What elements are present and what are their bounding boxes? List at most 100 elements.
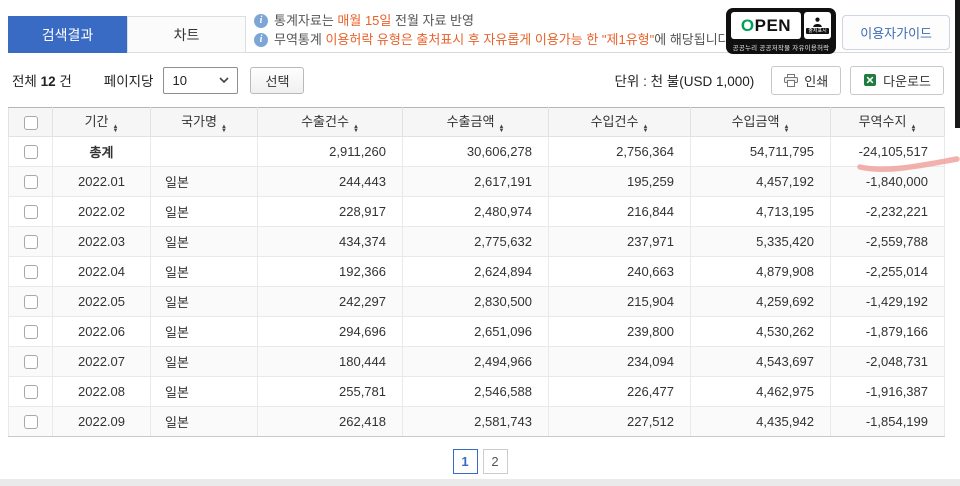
pagination: 1 2 (0, 449, 960, 474)
user-guide-button[interactable]: 이용자가이드 (842, 15, 950, 50)
tab-chart[interactable]: 차트 (127, 16, 246, 53)
import-count-cell: 216,844 (548, 196, 691, 227)
column-header-period[interactable]: 기간 ▲ ▼ (52, 107, 151, 137)
select-button[interactable]: 선택 (250, 66, 305, 94)
column-header-export-count[interactable]: 수출건수 ▲ ▼ (257, 107, 403, 137)
country-cell: 일본 (150, 226, 258, 257)
trade-balance-cell: -2,048,731 (830, 346, 945, 377)
screen-edge-strip (955, 0, 960, 128)
info-icon: i (254, 32, 268, 47)
trade-balance-cell: -1,879,166 (830, 316, 945, 347)
row-checkbox[interactable] (23, 175, 38, 190)
trade-statistics-page: 검색결과 차트 i 통계자료는 매월 15일 전월 자료 반영 i 무역통계 이… (0, 0, 960, 486)
download-button[interactable]: 다운로드 (850, 65, 944, 95)
select-all-checkbox[interactable] (23, 115, 38, 130)
row-checkbox[interactable] (23, 415, 38, 430)
export-count-cell: 434,374 (257, 226, 403, 257)
table-row: 2022.09 일본 262,418 2,581,743 227,512 4,435,94… (8, 406, 945, 437)
country-cell: 일본 (150, 376, 258, 407)
import-amount-cell: 4,530,262 (690, 316, 831, 347)
import-count-cell: 226,477 (548, 376, 691, 407)
country-cell: 일본 (150, 346, 258, 377)
row-checkbox[interactable] (23, 355, 38, 370)
tab-search-results[interactable]: 검색결과 (8, 16, 127, 53)
toolbar: 전체 12 건 페이지당 10 선택 단위 : 천 불(USD 1,000) 인… (0, 53, 960, 107)
attribution-badge: 출처표시 (804, 12, 831, 39)
import-count-cell: 240,663 (548, 256, 691, 287)
sort-icon[interactable]: ▲ ▼ (498, 124, 504, 134)
page-button-2[interactable]: 2 (482, 449, 508, 474)
row-checkbox-cell (8, 256, 53, 287)
trade-balance-cell: -1,916,387 (830, 376, 945, 407)
export-amount-cell: 2,581,743 (402, 406, 549, 437)
table-row: 2022.01 일본 244,443 2,617,191 195,259 4,457,19… (8, 166, 945, 197)
period-cell: 2022.09 (52, 406, 151, 437)
trade-balance-cell: -2,232,221 (830, 196, 945, 227)
select-all-cell (8, 107, 53, 137)
row-checkbox-cell (8, 346, 53, 377)
page-button-1[interactable]: 1 (452, 449, 478, 474)
country-cell: 일본 (150, 256, 258, 287)
trade-balance-cell: -1,854,199 (830, 406, 945, 437)
import-amount-cell: 4,462,975 (690, 376, 831, 407)
topbar: 검색결과 차트 i 통계자료는 매월 15일 전월 자료 반영 i 무역통계 이… (8, 0, 952, 54)
per-page-value: 10 (172, 72, 187, 88)
export-amount-cell: 2,494,966 (402, 346, 549, 377)
sort-icon[interactable]: ▲ ▼ (221, 124, 227, 134)
trade-balance-cell: -1,429,192 (830, 286, 945, 317)
import-count-cell: 239,800 (548, 316, 691, 347)
sort-icon[interactable]: ▲ ▼ (910, 124, 916, 134)
open-logo-text: O PEN (731, 12, 801, 39)
row-checkbox[interactable] (23, 325, 38, 340)
column-header-country[interactable]: 국가명 ▲ ▼ (150, 107, 258, 137)
per-page-select[interactable]: 10 (163, 66, 239, 94)
notice-text: 무역통계 이용허락 유형은 출처표시 후 자유롭게 이용가능 한 "제1유형"에… (274, 32, 734, 47)
table-row: 2022.04 일본 192,366 2,624,894 240,663 4,879,90… (8, 256, 945, 287)
column-header-import-count[interactable]: 수입건수 ▲ ▼ (548, 107, 691, 137)
print-button[interactable]: 인쇄 (771, 65, 842, 95)
table-row: 2022.02 일본 228,917 2,480,974 216,844 4,713,19… (8, 196, 945, 227)
table-header-row: 기간 ▲ ▼ 국가명 ▲ ▼ 수출건수 ▲ ▼ 수출금액 ▲ ▼ 수입건수 ▲ ▼ 수입금액 ▲ ▼ 무… (8, 107, 945, 137)
period-cell: 2022.06 (52, 316, 151, 347)
import-count-cell: 234,094 (548, 346, 691, 377)
row-checkbox[interactable] (23, 265, 38, 280)
export-count-cell: 244,443 (257, 166, 403, 197)
info-icon: i (254, 13, 268, 28)
sort-icon[interactable]: ▲ ▼ (353, 124, 359, 134)
period-cell: 총계 (52, 136, 151, 167)
total-count-label: 전체 12 건 (12, 74, 72, 89)
person-icon (813, 17, 822, 27)
period-cell: 2022.07 (52, 346, 151, 377)
import-count-cell: 195,259 (548, 166, 691, 197)
country-cell: 일본 (150, 286, 258, 317)
table-row: 총계 2,911,260 30,606,278 2,756,364 54,711,795… (8, 136, 945, 167)
period-cell: 2022.01 (52, 166, 151, 197)
tab-strip: 검색결과 차트 (8, 16, 246, 53)
export-amount-cell: 2,624,894 (402, 256, 549, 287)
sort-icon[interactable]: ▲ ▼ (112, 124, 118, 134)
row-checkbox[interactable] (23, 385, 38, 400)
column-header-export-amount[interactable]: 수출금액 ▲ ▼ (402, 107, 549, 137)
sort-icon[interactable]: ▲ ▼ (642, 124, 648, 134)
row-checkbox-cell (8, 406, 53, 437)
import-amount-cell: 4,259,692 (690, 286, 831, 317)
column-header-trade-balance[interactable]: 무역수지 ▲ ▼ (830, 107, 945, 137)
row-checkbox[interactable] (23, 295, 38, 310)
sort-icon[interactable]: ▲ ▼ (783, 124, 789, 134)
results-table: 기간 ▲ ▼ 국가명 ▲ ▼ 수출건수 ▲ ▼ 수출금액 ▲ ▼ 수입건수 ▲ ▼ 수입금액 ▲ ▼ 무… (8, 107, 945, 437)
export-count-cell: 180,444 (257, 346, 403, 377)
export-count-cell: 2,911,260 (257, 136, 403, 167)
unit-label: 단위 : 천 불(USD 1,000) (614, 74, 755, 89)
toolbar-right: 단위 : 천 불(USD 1,000) 인쇄 다운로드 (614, 65, 944, 95)
row-checkbox[interactable] (23, 235, 38, 250)
notice-text: 통계자료는 매월 15일 전월 자료 반영 (274, 13, 474, 28)
import-count-cell: 227,512 (548, 406, 691, 437)
trade-balance-cell: -2,255,014 (830, 256, 945, 287)
row-checkbox[interactable] (23, 205, 38, 220)
excel-download-icon (864, 74, 877, 86)
import-count-cell: 2,756,364 (548, 136, 691, 167)
import-amount-cell: 4,879,908 (690, 256, 831, 287)
row-checkbox[interactable] (23, 145, 38, 160)
export-amount-cell: 2,830,500 (402, 286, 549, 317)
column-header-import-amount[interactable]: 수입금액 ▲ ▼ (690, 107, 831, 137)
